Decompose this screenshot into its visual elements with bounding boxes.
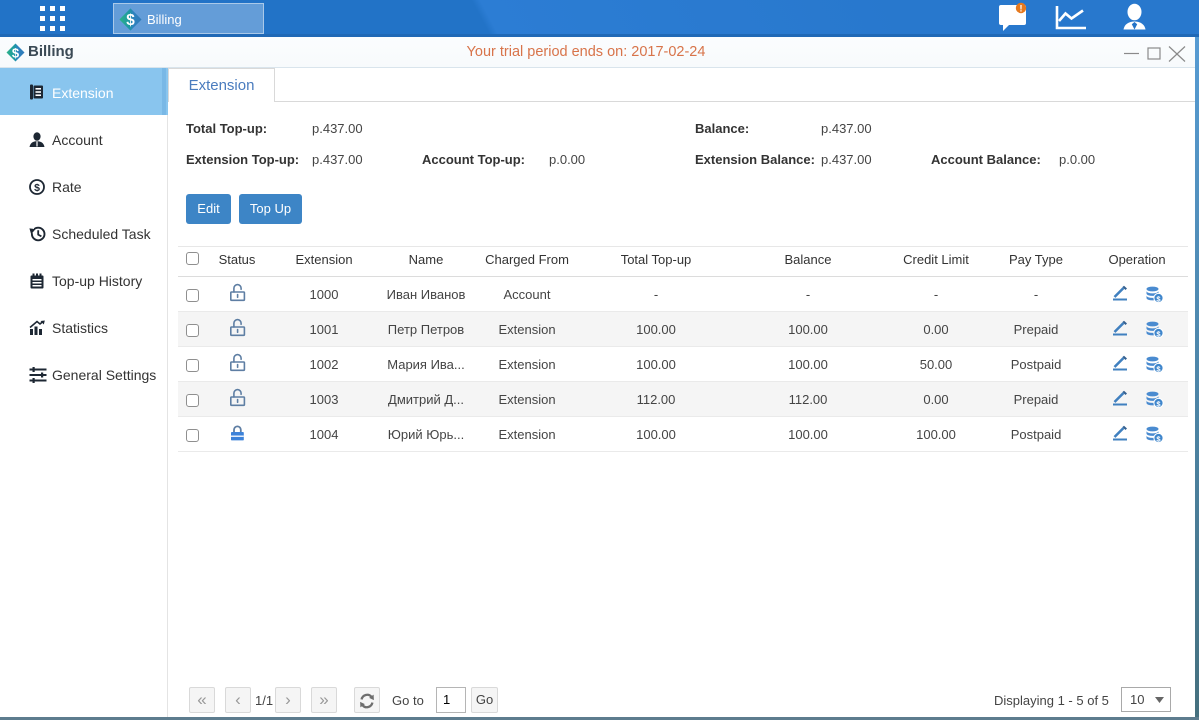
svg-text:$: $ xyxy=(126,12,135,29)
svg-text:!: ! xyxy=(1020,4,1023,14)
svg-text:$: $ xyxy=(34,182,40,194)
